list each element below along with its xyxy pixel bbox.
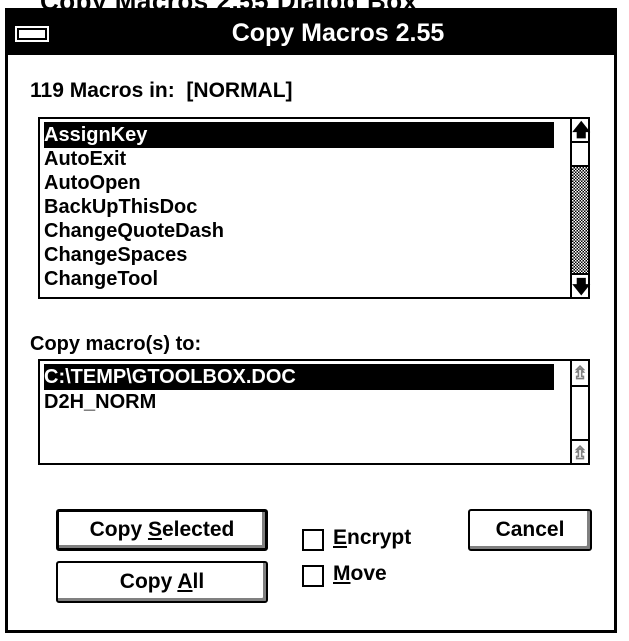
list-item[interactable]: AssignKey xyxy=(44,122,554,148)
list-item[interactable]: D2H_NORM xyxy=(44,389,156,415)
destination-scrollbar[interactable]: ⇯ ⇯ xyxy=(570,361,588,463)
copy-selected-label: Copy Selected xyxy=(89,518,235,541)
list-item[interactable]: ChangeSpaces xyxy=(44,242,187,268)
scroll-up-arrow-icon[interactable]: 🡅 xyxy=(572,119,591,143)
copy-macros-dialog: Copy Macros 2.55 119 Macros in: [NORMAL]… xyxy=(5,8,617,633)
scroll-down-arrow-icon[interactable]: 🡇 xyxy=(572,273,591,299)
title-bar: Copy Macros 2.55 xyxy=(8,11,614,55)
system-menu-icon[interactable] xyxy=(11,14,51,52)
scroll-thumb[interactable] xyxy=(572,141,588,167)
scroll-down-arrow-icon[interactable]: ⇯ xyxy=(572,439,588,465)
list-item[interactable]: C:\TEMP\GTOOLBOX.DOC xyxy=(44,364,554,390)
destination-listbox[interactable]: C:\TEMP\GTOOLBOX.DOC D2H_NORM ⇯ ⇯ xyxy=(38,359,590,465)
macros-count-label: 119 Macros in: [NORMAL] xyxy=(30,79,293,103)
list-item[interactable]: AutoOpen xyxy=(44,170,141,196)
cancel-button[interactable]: Cancel xyxy=(468,509,592,551)
list-item[interactable]: AutoExit xyxy=(44,146,126,172)
cancel-label: Cancel xyxy=(495,518,565,541)
move-label[interactable]: Move xyxy=(333,562,387,586)
copy-to-label: Copy macro(s) to: xyxy=(30,333,202,355)
scroll-track[interactable] xyxy=(572,167,588,273)
copy-all-button[interactable]: Copy All xyxy=(56,561,268,603)
macros-count-text: 119 Macros in: xyxy=(30,79,175,102)
copy-selected-button[interactable]: Copy Selected xyxy=(56,509,268,551)
copy-all-label: Copy All xyxy=(119,570,205,593)
scroll-up-arrow-icon[interactable]: ⇯ xyxy=(572,361,588,387)
encrypt-checkbox[interactable] xyxy=(302,529,324,551)
list-item[interactable]: ChangeQuoteDash xyxy=(44,218,224,244)
template-name: [NORMAL] xyxy=(186,79,293,102)
dialog-title: Copy Macros 2.55 xyxy=(231,19,445,47)
move-checkbox[interactable] xyxy=(302,565,324,587)
list-item[interactable]: ChangeTool xyxy=(44,266,158,292)
macros-scrollbar[interactable]: 🡅 🡇 xyxy=(570,119,591,299)
encrypt-label[interactable]: Encrypt xyxy=(333,526,411,550)
macros-listbox[interactable]: AssignKey AutoExit AutoOpen BackUpThisDo… xyxy=(38,117,591,299)
list-item[interactable]: BackUpThisDoc xyxy=(44,194,197,220)
